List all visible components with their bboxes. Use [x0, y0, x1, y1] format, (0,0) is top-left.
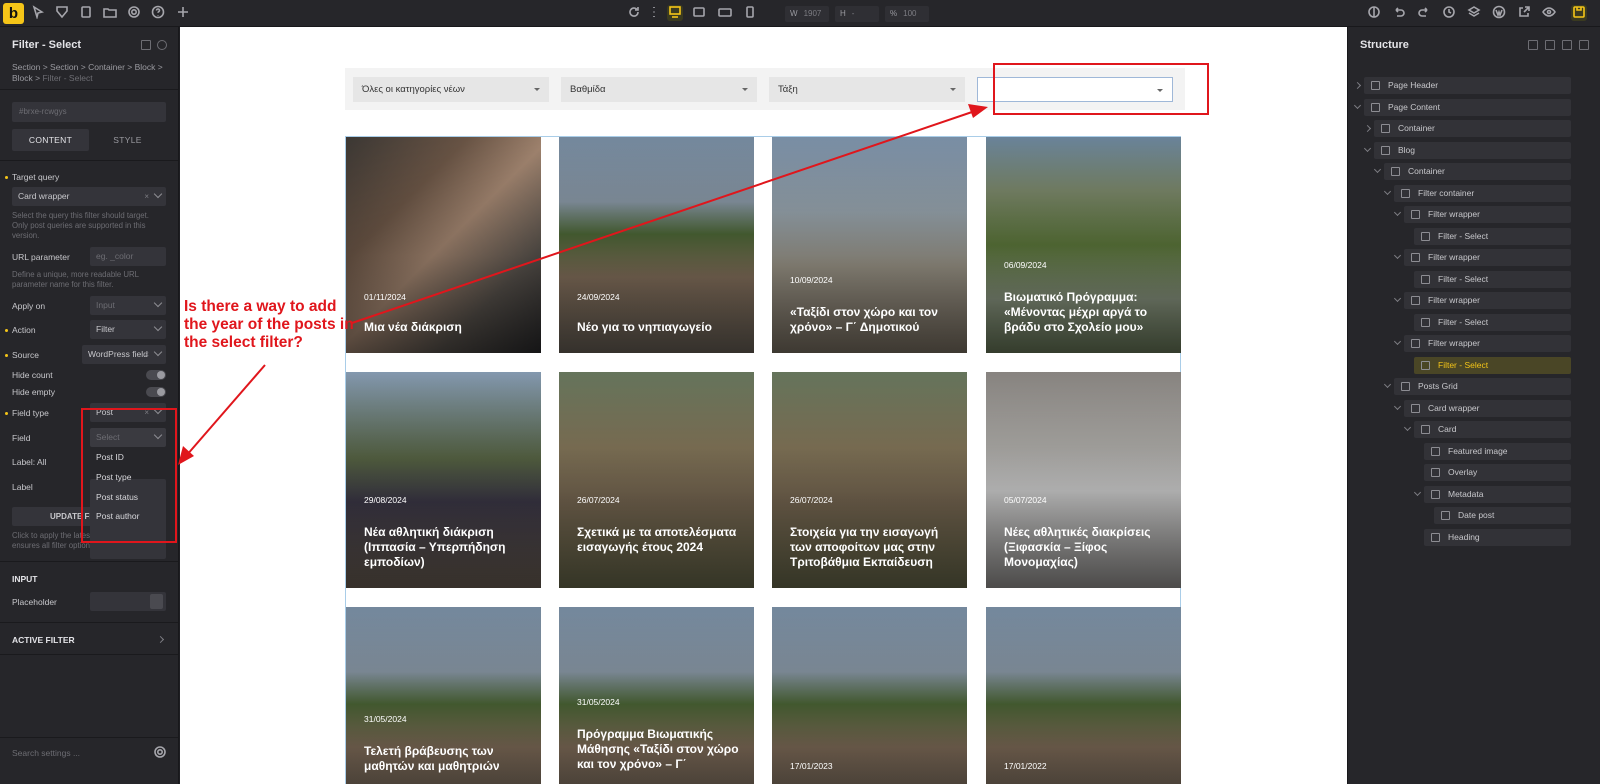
tree-node[interactable]: Filter wrapper — [1404, 249, 1571, 266]
tree-caret-icon[interactable] — [1363, 144, 1372, 152]
tree-caret-icon[interactable] — [1413, 488, 1422, 496]
trash-icon[interactable] — [1562, 40, 1572, 50]
tree-node[interactable]: Filter - Select — [1414, 270, 1571, 288]
tree-node[interactable]: Page Header — [1364, 77, 1571, 94]
arrowhead-icon — [968, 104, 988, 118]
element-icon — [1441, 511, 1450, 520]
tree-node[interactable]: Filter wrapper — [1404, 206, 1571, 223]
tree-node[interactable]: Filter - Select — [1414, 227, 1571, 245]
tree-caret-icon[interactable] — [1353, 101, 1362, 109]
arrow-to-filter — [351, 110, 976, 324]
element-icon — [1371, 102, 1380, 112]
tree-node-label: Page Header — [1388, 80, 1439, 90]
tree-node-label: Page Content — [1388, 101, 1440, 112]
tree-node-label: Overlay — [1448, 467, 1478, 477]
element-icon — [1401, 382, 1410, 391]
tree-node-label: Date post — [1458, 510, 1495, 520]
structure-title: Structure — [1360, 39, 1409, 51]
tree-caret-icon[interactable] — [1393, 294, 1402, 303]
copy-icon[interactable] — [1528, 40, 1538, 50]
tree-node-label: Filter - Select — [1438, 316, 1489, 327]
tree-node[interactable]: Filter - Select — [1414, 356, 1571, 374]
element-icon — [1411, 403, 1420, 413]
tree-node-label: Metadata — [1448, 488, 1484, 499]
element-icon — [1431, 446, 1440, 456]
tree-node[interactable]: Featured image — [1424, 442, 1571, 460]
collapse-icon[interactable] — [1579, 40, 1589, 50]
arrow-to-field — [185, 364, 266, 457]
tree-node-label: Posts Grid — [1418, 381, 1458, 391]
element-icon — [1411, 296, 1420, 305]
tree-node-label: Heading — [1448, 531, 1480, 542]
tree-caret-icon[interactable] — [1393, 337, 1402, 346]
tree-caret-icon[interactable] — [1363, 124, 1372, 133]
tree-node-label: Filter - Select — [1438, 273, 1489, 284]
tree-node[interactable]: Filter - Select — [1414, 313, 1571, 331]
element-icon — [1371, 81, 1380, 90]
tree-node[interactable]: Blog — [1374, 141, 1571, 159]
element-icon — [1421, 425, 1430, 434]
tree-caret-icon[interactable] — [1393, 402, 1402, 410]
element-icon — [1381, 145, 1390, 155]
tree-node[interactable]: Card wrapper — [1404, 399, 1571, 417]
tree-caret-icon[interactable] — [1403, 423, 1412, 432]
tree-caret-icon[interactable] — [1383, 187, 1392, 195]
download-icon[interactable] — [1545, 40, 1555, 50]
tree-node-label: Filter - Select — [1438, 359, 1489, 370]
tree-node-label: Filter container — [1418, 187, 1475, 198]
tree-caret-icon[interactable] — [1393, 251, 1402, 260]
tree-node-label: Container — [1398, 123, 1435, 133]
tree-node[interactable]: Posts Grid — [1394, 378, 1571, 395]
tree-node[interactable]: Card — [1414, 421, 1571, 438]
element-icon — [1381, 124, 1390, 133]
element-icon — [1421, 360, 1430, 370]
element-icon — [1421, 317, 1430, 327]
builder-app: b W 1907 H- % 100 Filter - Select Section … — [0, 0, 1600, 784]
tree-node[interactable]: Page Content — [1364, 98, 1571, 116]
tree-caret-icon[interactable] — [1393, 208, 1402, 217]
element-icon — [1401, 188, 1410, 198]
tree-node[interactable]: Heading — [1424, 528, 1571, 546]
tree-node[interactable]: Filter wrapper — [1404, 335, 1571, 352]
element-icon — [1411, 253, 1420, 262]
tree-node-label: Card wrapper — [1428, 402, 1480, 413]
element-icon — [1391, 167, 1400, 176]
tree-node[interactable]: Date post — [1434, 507, 1571, 524]
element-icon — [1431, 532, 1440, 542]
tree-caret-icon[interactable] — [1383, 380, 1392, 389]
tree-node-label: Filter wrapper — [1428, 338, 1480, 348]
element-icon — [1431, 468, 1440, 477]
tree-node-label: Container — [1408, 166, 1445, 176]
tree-node[interactable]: Container — [1374, 120, 1571, 137]
element-icon — [1411, 210, 1420, 219]
element-icon — [1411, 339, 1420, 348]
element-icon — [1431, 489, 1440, 499]
tree-node-label: Card — [1438, 424, 1457, 434]
tree-node-label: Filter wrapper — [1428, 252, 1480, 262]
tree-caret-icon[interactable] — [1373, 165, 1382, 174]
tree-caret-icon[interactable] — [1353, 81, 1362, 90]
tree-node[interactable]: Filter container — [1394, 184, 1571, 202]
element-icon — [1421, 274, 1430, 284]
tree-node-label: Blog — [1398, 144, 1416, 155]
structure-panel: Structure Page Header Page Content Contain… — [1347, 27, 1600, 784]
tree-node[interactable]: Container — [1384, 163, 1571, 180]
tree-node-label: Filter - Select — [1438, 230, 1489, 241]
tree-node-label: Featured image — [1448, 445, 1508, 456]
element-icon — [1421, 231, 1430, 241]
tree-node[interactable]: Overlay — [1424, 464, 1571, 481]
tree-node[interactable]: Filter wrapper — [1404, 292, 1571, 309]
tree-node-label: Filter wrapper — [1428, 209, 1480, 219]
tree-node-label: Filter wrapper — [1428, 295, 1480, 305]
tree-node[interactable]: Metadata — [1424, 485, 1571, 503]
